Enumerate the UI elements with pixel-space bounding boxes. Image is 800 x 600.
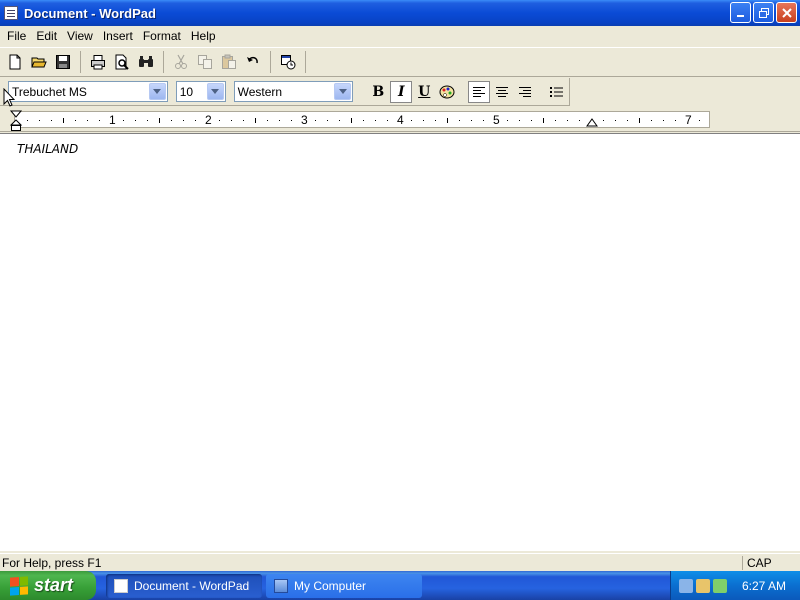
format-bar: Trebuchet MS 10 Western B I U [0,78,570,106]
window-controls [730,2,797,23]
save-icon [56,55,70,69]
undo-icon [247,56,258,64]
ruler-number: 7 [685,113,692,127]
font-size-value: 10 [179,84,194,99]
chevron-down-icon[interactable] [334,83,352,100]
volume-icon[interactable] [713,578,727,593]
align-center-icon [496,86,509,97]
title-bar[interactable]: Document - WordPad [0,0,800,26]
close-icon [781,7,792,18]
ruler-number: 4 [397,113,404,127]
taskbar-item-label: My Computer [294,578,367,593]
bullets-button[interactable] [546,81,568,103]
save-button[interactable] [52,51,74,73]
file-group [4,51,81,73]
chevron-down-icon[interactable] [206,83,224,100]
ruler-number: 3 [301,113,308,127]
font-size-combo[interactable]: 10 [175,81,226,102]
start-label: start [34,575,74,595]
color-button[interactable] [436,81,458,103]
restore-icon [758,7,769,18]
wordpad-icon [114,578,128,593]
align-right-icon [519,86,532,97]
ruler-track[interactable]: 1 2 3 4 5 7 [14,111,710,128]
undo-button[interactable] [242,51,264,73]
align-right-button[interactable] [514,81,536,103]
ruler-number: 5 [493,113,500,127]
menu-file[interactable]: File [2,29,31,43]
menu-help[interactable]: Help [186,29,221,43]
left-indent-marker[interactable] [10,110,22,132]
mouse-pointer-icon [3,88,15,107]
taskbar-item-label: Document - WordPad [134,578,250,593]
script-combo[interactable]: Western [233,81,354,102]
taskbar-item-my-computer[interactable]: My Computer [266,573,422,598]
cut-button[interactable] [170,51,192,73]
wordpad-app-icon[interactable] [4,6,18,20]
status-help-text: For Help, press F1 [2,555,102,570]
menu-insert[interactable]: Insert [98,29,138,43]
windows-logo-icon [10,575,28,596]
print-preview-button[interactable] [111,51,133,73]
ruler-ticks [27,118,700,123]
edit-group [170,51,271,73]
document-text[interactable]: THAILAND [17,142,78,156]
start-button[interactable]: start [0,571,96,600]
standard-toolbar [0,47,800,77]
insert-group [277,51,306,73]
copy-icon [198,55,212,69]
font-name-combo[interactable]: Trebuchet MS [8,81,168,102]
menu-bar: File Edit View Insert Format Help [0,26,800,46]
open-button[interactable] [28,51,50,73]
minimize-icon [736,14,744,17]
copy-button[interactable] [194,51,216,73]
find-button[interactable] [135,51,157,73]
print-icon [91,55,105,70]
maximize-button[interactable] [753,2,774,23]
computer-icon [274,578,288,593]
document-area[interactable]: THAILAND [0,133,800,551]
right-indent-marker[interactable] [586,118,598,128]
menu-view[interactable]: View [62,29,98,43]
open-icon [31,57,47,68]
ruler-number: 1 [109,113,116,127]
network-icon[interactable] [679,578,693,593]
script-value: Western [237,84,283,99]
new-button[interactable] [4,51,26,73]
ruler-number: 2 [205,113,212,127]
chevron-down-icon[interactable] [148,83,166,100]
minimize-button[interactable] [730,2,751,23]
close-button[interactable] [776,2,797,23]
paste-button[interactable] [218,51,240,73]
print-button[interactable] [87,51,109,73]
align-left-button[interactable] [468,80,491,103]
date-time-icon [281,55,296,70]
clock[interactable]: 6:27 AM [742,579,786,593]
bold-button[interactable]: B [367,81,389,103]
print-group [87,51,164,73]
window-title: Document - WordPad [24,5,156,21]
align-left-icon [473,86,486,97]
ruler[interactable]: 1 2 3 4 5 7 [0,108,800,132]
security-icon[interactable] [696,578,710,593]
font-name-value: Trebuchet MS [12,84,87,99]
print-preview-icon [115,54,129,70]
cut-icon [175,54,187,69]
align-center-button[interactable] [491,81,513,103]
taskbar-item-wordpad[interactable]: Document - WordPad [106,573,262,598]
underline-button[interactable]: U [413,81,435,103]
system-tray: 6:27 AM [670,571,800,600]
status-bar: For Help, press F1 CAP [0,553,800,571]
paste-icon [222,54,236,69]
italic-button[interactable]: I [390,80,413,103]
caps-lock-indicator: CAP [742,555,800,570]
menu-edit[interactable]: Edit [31,29,62,43]
date-time-button[interactable] [277,51,299,73]
taskbar: start Document - WordPad My Computer 6:2… [0,571,800,600]
menu-format[interactable]: Format [138,29,186,43]
find-icon [139,56,153,67]
bullets-icon [550,86,563,97]
palette-icon [439,85,455,98]
new-icon [9,54,21,70]
